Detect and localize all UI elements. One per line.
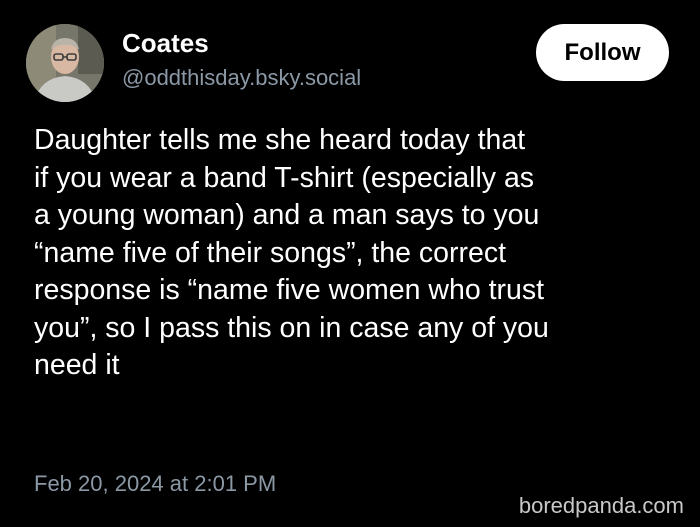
post-text-line: a young woman) and a man says to you (34, 199, 540, 231)
post-text-line: Daughter tells me she heard today that (34, 124, 526, 156)
post-card: Coates @oddthisday.bsky.social Follow Da… (0, 0, 700, 527)
watermark: boredpanda.com (518, 493, 684, 518)
author-display-name[interactable]: Coates (122, 28, 209, 58)
post-text-line: response is “name five women who trust (34, 274, 545, 306)
post-text-line: you”, so I pass this on in case any of y… (34, 311, 549, 344)
user-avatar-photo-icon (26, 24, 104, 102)
post-timestamp[interactable]: Feb 20, 2024 at 2:01 PM (34, 470, 276, 498)
post-text-line: “name five of their songs”, the correct (34, 236, 507, 269)
post-text-line: if you wear a band T-shirt (especially a… (34, 161, 535, 194)
post-text: Daughter tells me she heard today that i… (34, 122, 684, 385)
author-avatar[interactable] (26, 24, 104, 102)
post-text-line: need it (34, 349, 120, 381)
follow-button[interactable]: Follow (536, 24, 669, 81)
author-handle[interactable]: @oddthisday.bsky.social (122, 64, 361, 92)
